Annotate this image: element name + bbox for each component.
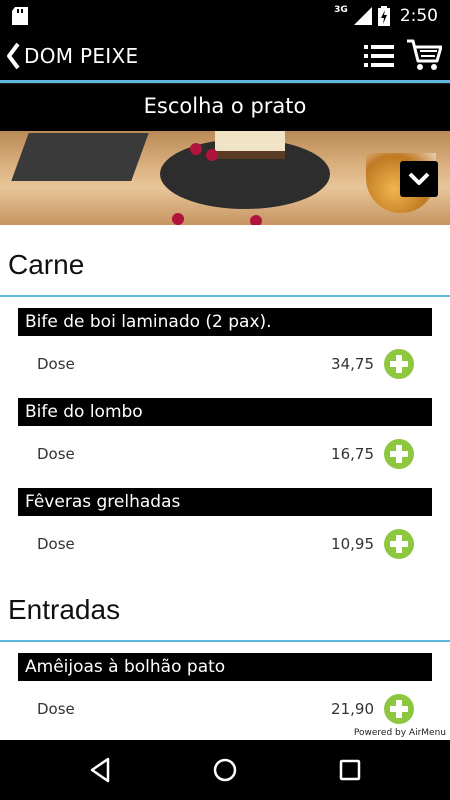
dish-portion-row: Dose 10,95 [18,525,432,565]
cake-slice [215,131,285,159]
portion-price: 34,75 [331,355,374,373]
portion-price: 21,90 [331,700,374,718]
system-nav-bar [0,740,450,800]
portion-label: Dose [37,700,75,718]
dish-name-bar: Fêveras grelhadas [18,488,432,516]
page-title: Escolha o prato [143,94,307,118]
powered-by-text: Powered by AirMenu [353,728,446,738]
portion-price: 16,75 [331,445,374,463]
slate-board [11,133,149,181]
category-title: Entradas [8,594,121,625]
portion-price: 10,95 [331,535,374,553]
signal-icon [353,7,372,25]
dish-name-bar: Amêijoas à bolhão pato [18,653,432,681]
chevron-down-icon [408,172,430,185]
berry [250,215,262,225]
category-title: Carne [8,249,85,280]
recents-square-icon[interactable] [334,754,366,786]
berry [190,143,202,155]
add-to-cart-plus-icon[interactable] [384,694,414,724]
status-icons: 3G 2:50 [334,4,438,28]
portion-label: Dose [37,445,75,463]
sd-card-icon [12,7,28,25]
add-to-cart-plus-icon[interactable] [384,529,414,559]
hero-food-image [0,131,450,225]
portion-label: Dose [37,355,75,373]
menu-content: Carne Bife de boi laminado (2 pax). Dose… [0,225,450,740]
category-divider [0,640,450,642]
back-triangle-icon[interactable] [84,754,116,786]
page-header: Escolha o prato [0,83,450,131]
dropdown-button[interactable] [400,161,438,197]
dish-portion-row: Dose 16,75 [18,435,432,475]
berry [206,149,218,161]
berry [172,213,184,225]
menu-list-icon[interactable] [364,42,394,70]
dish-name-bar: Bife de boi laminado (2 pax). [18,308,432,336]
add-to-cart-plus-icon[interactable] [384,349,414,379]
network-type: 3G [334,5,348,15]
portion-label: Dose [37,535,75,553]
dish-portion-row: Dose 21,90 [18,690,432,730]
battery-charging-icon [377,6,390,26]
app-bar: DOM PEIXE [0,32,450,80]
back-chevron-icon [7,42,20,70]
category-divider [0,295,450,297]
back-button[interactable]: DOM PEIXE [6,40,138,72]
clock: 2:50 [399,6,438,26]
dish-portion-row: Dose 34,75 [18,345,432,385]
cart-icon[interactable] [406,38,442,72]
dish-name-bar: Bife do lombo [18,398,432,426]
status-bar: 3G 2:50 [0,0,450,32]
app-title: DOM PEIXE [24,44,139,68]
home-circle-icon[interactable] [209,754,241,786]
add-to-cart-plus-icon[interactable] [384,439,414,469]
